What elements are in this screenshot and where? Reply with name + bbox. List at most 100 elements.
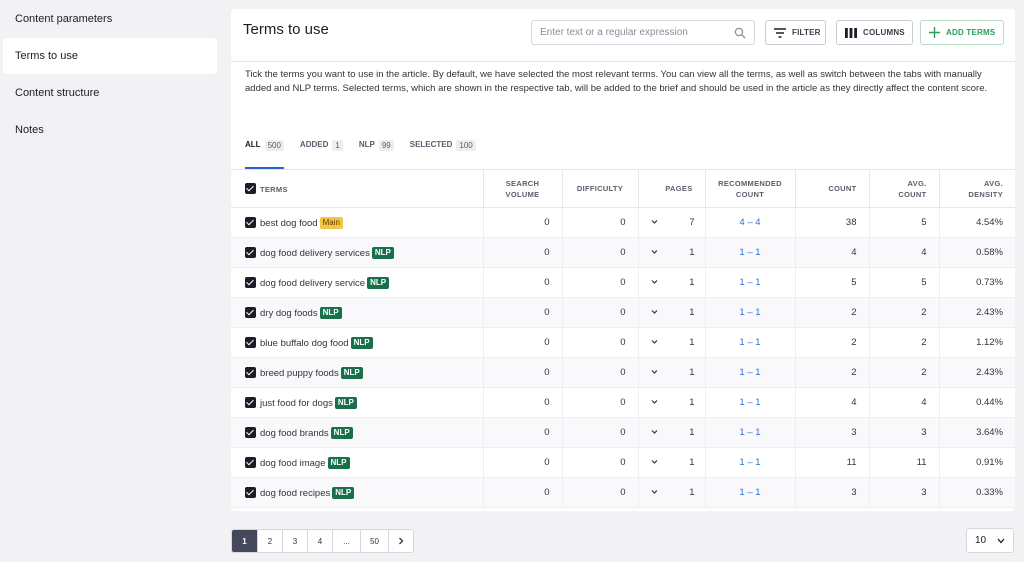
table-row[interactable]: breed puppy foods NLP 0 0 1 1 – 1 2 2 2.43% — [231, 357, 1015, 388]
chevron-down-icon[interactable] — [651, 217, 658, 227]
tab-selected[interactable]: SELECTED 100 — [410, 133, 476, 169]
table-row[interactable]: dry dog foods NLP 0 0 1 1 – 1 2 2 2.43% — [231, 297, 1015, 328]
term-checkbox[interactable] — [245, 366, 256, 378]
difficulty-cell: 0 — [561, 297, 638, 328]
recommended-count-cell[interactable]: 1 – 1 — [704, 297, 795, 328]
recommended-count-cell[interactable]: 4 – 4 — [704, 207, 795, 238]
filter-button[interactable]: FILTER — [765, 20, 826, 45]
chevron-down-icon[interactable] — [651, 397, 658, 407]
chevron-down-icon[interactable] — [651, 457, 658, 467]
search-volume-cell: 0 — [482, 447, 562, 478]
table-row[interactable]: dog food brands NLP 0 0 1 1 – 1 3 3 3.64% — [231, 417, 1015, 448]
sidebar-item-terms-to-use[interactable]: Terms to use — [3, 38, 217, 74]
page-button-2[interactable]: 2 — [257, 530, 282, 552]
term-cell: dog food recipes NLP — [231, 477, 483, 508]
table-row[interactable]: dog food recipes NLP 0 0 1 1 – 1 3 3 0.33% — [231, 477, 1015, 508]
header-count[interactable]: COUNT — [794, 169, 869, 208]
avg-density-cell: 0.33% — [938, 477, 1015, 508]
table-row[interactable]: dog food image NLP 0 0 1 1 – 1 11 11 0.91% — [231, 447, 1015, 478]
table-row[interactable]: dog food delivery service NLP 0 0 1 1 – 1 5 5 0.… — [231, 267, 1015, 298]
table-row[interactable]: just food for dogs NLP 0 0 1 1 – 1 4 4 0.44% — [231, 387, 1015, 418]
recommended-count-cell[interactable]: 1 – 1 — [704, 477, 795, 508]
tab-nlp[interactable]: NLP 99 — [359, 133, 394, 169]
recommended-count-cell[interactable]: 1 – 1 — [704, 417, 795, 448]
plus-icon — [929, 27, 940, 38]
nlp-badge: NLP — [330, 426, 353, 439]
difficulty-cell: 0 — [561, 477, 638, 508]
pagination-ellipsis: ... — [332, 530, 360, 552]
nlp-badge: NLP — [327, 456, 350, 469]
term-checkbox[interactable] — [245, 486, 256, 498]
pages-value: 1 — [689, 367, 695, 378]
filter-icon — [774, 27, 786, 38]
header-avg-count[interactable]: AVG. COUNT — [868, 169, 939, 208]
select-all-checkbox[interactable] — [245, 182, 256, 194]
recommended-count-cell[interactable]: 1 – 1 — [704, 357, 795, 388]
page-button-4[interactable]: 4 — [307, 530, 332, 552]
sidebar-item-content-structure[interactable]: Content structure — [3, 75, 217, 111]
chevron-down-icon[interactable] — [651, 307, 658, 317]
term-checkbox[interactable] — [245, 426, 256, 438]
recommended-count-cell[interactable]: 1 – 1 — [704, 267, 795, 298]
term-checkbox[interactable] — [245, 396, 256, 408]
chevron-down-icon[interactable] — [651, 367, 658, 377]
header-terms[interactable]: TERMS — [231, 169, 483, 208]
pages-cell: 1 — [637, 267, 705, 298]
term-checkbox[interactable] — [245, 246, 256, 258]
tab-all[interactable]: ALL 500 — [245, 133, 284, 169]
columns-button[interactable]: COLUMNS — [836, 20, 913, 45]
search-volume-cell: 0 — [482, 237, 562, 268]
term-cell: dog food image NLP — [231, 447, 483, 478]
recommended-count-cell[interactable]: 1 – 1 — [704, 237, 795, 268]
table-row[interactable]: best dog food Main 0 0 7 4 – 4 38 5 4.54% — [231, 207, 1015, 238]
sidebar-item-notes[interactable]: Notes — [3, 112, 217, 148]
columns-icon — [845, 27, 857, 38]
term-checkbox[interactable] — [245, 216, 256, 228]
avg-count-cell: 3 — [868, 477, 939, 508]
per-page-select[interactable]: 10 — [966, 528, 1014, 553]
page-button-1[interactable]: 1 — [232, 530, 257, 552]
header-label: VOLUME — [505, 189, 540, 199]
header-search-volume[interactable]: SEARCH VOLUME — [482, 169, 562, 208]
tab-count: 1 — [332, 140, 343, 151]
header-label: RECOMMENDED — [718, 178, 782, 188]
sidebar-item-content-parameters[interactable]: Content parameters — [3, 1, 217, 37]
term-text: dog food recipes — [260, 487, 331, 499]
header-pages[interactable]: PAGES — [637, 169, 705, 208]
term-checkbox[interactable] — [245, 306, 256, 318]
avg-count-cell: 2 — [868, 327, 939, 358]
header-avg-density[interactable]: AVG. DENSITY — [938, 169, 1015, 208]
chevron-down-icon[interactable] — [651, 487, 658, 497]
avg-count-cell: 4 — [868, 237, 939, 268]
term-checkbox[interactable] — [245, 336, 256, 348]
search-volume-cell: 0 — [482, 387, 562, 418]
chevron-down-icon[interactable] — [651, 247, 658, 257]
add-terms-button[interactable]: ADD TERMS — [920, 20, 1004, 45]
term-checkbox[interactable] — [245, 276, 256, 288]
chevron-down-icon[interactable] — [651, 277, 658, 287]
avg-count-cell: 5 — [868, 267, 939, 298]
chevron-down-icon[interactable] — [651, 337, 658, 347]
search-icon[interactable] — [734, 27, 746, 39]
search-volume-cell: 0 — [482, 477, 562, 508]
table-row[interactable]: dog food delivery services NLP 0 0 1 1 – 1440… — [231, 237, 1015, 268]
search-input[interactable] — [540, 27, 730, 38]
table-row[interactable]: blue buffalo dog food NLP 0 0 1 1 – 1 2 2 1.12% — [231, 327, 1015, 358]
tab-added[interactable]: ADDED 1 — [300, 133, 343, 169]
tab-count: 500 — [264, 140, 284, 151]
chevron-down-icon[interactable] — [651, 427, 658, 437]
header-recommended-count[interactable]: RECOMMENDED COUNT — [704, 169, 795, 208]
page-button-50[interactable]: 50 — [360, 530, 388, 552]
term-checkbox[interactable] — [245, 456, 256, 468]
tab-label: ADDED — [299, 140, 329, 149]
pages-cell: 7 — [637, 207, 705, 238]
page-button-3[interactable]: 3 — [282, 530, 307, 552]
search-volume-cell: 0 — [482, 357, 562, 388]
next-page-button[interactable] — [388, 530, 413, 552]
recommended-count-cell[interactable]: 1 – 1 — [704, 327, 795, 358]
term-cell: dog food delivery services NLP — [231, 237, 483, 268]
recommended-count-cell[interactable]: 1 – 1 — [704, 387, 795, 418]
header-difficulty[interactable]: DIFFICULTY — [561, 169, 638, 208]
header-label: COUNT — [898, 189, 927, 199]
recommended-count-cell[interactable]: 1 – 1 — [704, 447, 795, 478]
